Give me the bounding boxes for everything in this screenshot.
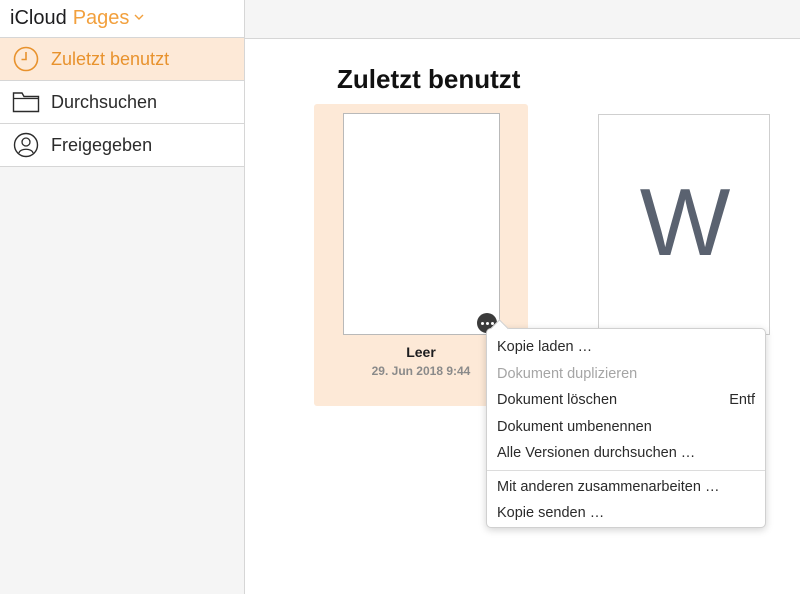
menu-item-collaborate[interactable]: Mit anderen zusammenarbeiten … (487, 474, 765, 501)
sidebar: iCloud Pages Zuletzt benutzt Durchsuchen (0, 0, 245, 594)
menu-item-label: Alle Versionen durchsuchen … (497, 445, 696, 462)
menu-item-rename[interactable]: Dokument umbenennen (487, 414, 765, 441)
menu-item-label: Dokument umbenennen (497, 418, 652, 435)
sidebar-item-recent[interactable]: Zuletzt benutzt (0, 38, 244, 81)
word-document-letter: W (639, 168, 731, 276)
menu-item-shortcut: Entf (729, 392, 755, 409)
menu-item-browse-versions[interactable]: Alle Versionen durchsuchen … (487, 440, 765, 467)
sidebar-item-label: Zuletzt benutzt (51, 48, 170, 69)
shared-person-icon (12, 132, 40, 158)
menu-divider (487, 469, 765, 471)
menu-item-delete[interactable]: Dokument löschen Entf (487, 387, 765, 414)
sidebar-item-shared[interactable]: Freigegeben (0, 124, 244, 167)
clock-icon (12, 46, 40, 72)
sidebar-item-browse[interactable]: Durchsuchen (0, 81, 244, 124)
menu-item-send-copy[interactable]: Kopie senden … (487, 500, 765, 527)
menu-item-load-copy[interactable]: Kopie laden … (487, 334, 765, 361)
menu-item-label: Kopie senden … (497, 505, 605, 522)
brand-icloud: iCloud (10, 7, 67, 29)
menu-item-label: Dokument löschen (497, 392, 618, 409)
chevron-down-icon[interactable] (134, 4, 144, 27)
document-thumbnail[interactable] (343, 113, 500, 335)
document-thumbnail-word[interactable]: W (598, 114, 770, 335)
sidebar-item-label: Freigegeben (51, 134, 153, 155)
context-menu: Kopie laden … Dokument duplizieren Dokum… (486, 319, 766, 528)
toolbar (245, 0, 800, 39)
ellipsis-icon (480, 321, 484, 325)
brand-pages-menu[interactable]: Pages (73, 7, 130, 30)
menu-item-label: Mit anderen zusammenarbeiten … (497, 478, 720, 495)
menu-item-label: Dokument duplizieren (497, 365, 638, 382)
folder-icon (12, 90, 40, 114)
page-title: Zuletzt benutzt (337, 64, 521, 94)
app-brand: iCloud Pages (0, 0, 244, 38)
menu-item-label: Kopie laden … (497, 339, 593, 356)
menu-item-duplicate: Dokument duplizieren (487, 361, 765, 388)
sidebar-item-label: Durchsuchen (51, 91, 158, 112)
